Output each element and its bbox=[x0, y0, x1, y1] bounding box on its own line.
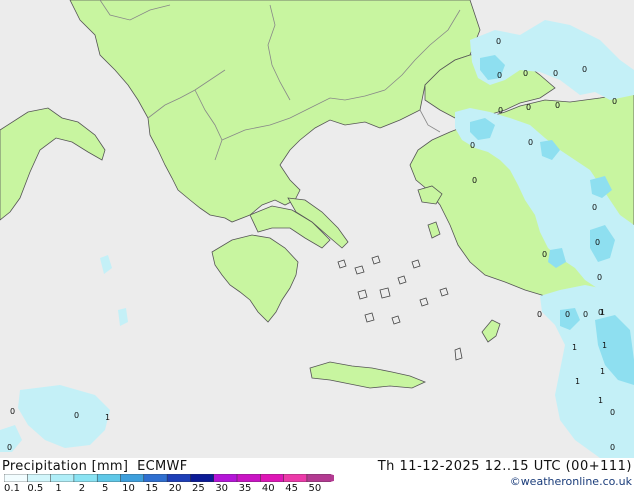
color-scale-swatch bbox=[306, 474, 331, 482]
map-label: 1 bbox=[575, 377, 580, 386]
map-label: 0 bbox=[472, 176, 477, 185]
forecast-datetime: Th 11-12-2025 12..15 UTC (00+111) bbox=[377, 459, 632, 474]
map-label: 0 bbox=[523, 69, 528, 78]
map-label: 0 bbox=[542, 250, 547, 259]
map-label: 0 bbox=[497, 71, 502, 80]
color-scale-tick: 40 bbox=[261, 483, 275, 494]
color-scale-tick: 50 bbox=[308, 483, 322, 494]
map-label: 0 bbox=[10, 407, 15, 416]
map-label: 1 bbox=[105, 413, 110, 422]
legend-bar: Precipitation [mm] ECMWF Th 11-12-2025 1… bbox=[0, 458, 634, 494]
color-scale-swatch bbox=[236, 474, 262, 482]
color-scale-tick: 0.1 bbox=[4, 483, 20, 494]
color-scale-swatch bbox=[190, 474, 215, 482]
color-scale-tick: 35 bbox=[238, 483, 252, 494]
map-label: 0 bbox=[555, 101, 560, 110]
color-scale-tick: 10 bbox=[122, 483, 135, 494]
map-label: 0 bbox=[610, 443, 615, 452]
color-scale-tick: 20 bbox=[168, 483, 182, 494]
map-label: 0 bbox=[612, 97, 617, 106]
legend-model: ECMWF bbox=[137, 459, 188, 474]
color-scale bbox=[4, 474, 334, 482]
color-scale-swatch bbox=[213, 474, 238, 482]
color-scale-swatch bbox=[260, 474, 285, 482]
map-label: 0 bbox=[592, 203, 597, 212]
map-label: 0 bbox=[470, 141, 475, 150]
color-scale-tick: 1 bbox=[55, 483, 62, 494]
map-canvas: 0 0 0 0 0 0 0 0 0 0 0 0 0 0 0 0 0 0 0 0 … bbox=[0, 0, 634, 458]
map-label: 0 bbox=[74, 411, 79, 420]
map-label: 0 bbox=[498, 106, 503, 115]
map-label: 1 bbox=[598, 396, 603, 405]
color-scale-tick: 30 bbox=[215, 483, 229, 494]
map-label: 0 bbox=[582, 65, 587, 74]
map-label: 0 bbox=[526, 103, 531, 112]
legend-title: Precipitation [mm] ECMWF bbox=[2, 459, 187, 474]
weather-map: 0 0 0 0 0 0 0 0 0 0 0 0 0 0 0 0 0 0 0 0 … bbox=[0, 0, 634, 458]
map-label: 0 bbox=[553, 69, 558, 78]
color-scale-swatch bbox=[120, 474, 145, 482]
color-scale-swatch bbox=[4, 474, 29, 482]
map-label: 0 bbox=[496, 37, 501, 46]
map-label: 0 bbox=[537, 310, 542, 319]
color-scale-swatch bbox=[96, 474, 122, 482]
color-scale-swatch bbox=[143, 474, 168, 482]
map-label: 1 bbox=[602, 341, 607, 350]
color-scale-swatch bbox=[166, 474, 192, 482]
map-label: 1 bbox=[600, 367, 605, 376]
color-scale-arrow bbox=[330, 474, 334, 482]
color-scale-swatch bbox=[50, 474, 75, 482]
map-label: 0 bbox=[528, 138, 533, 147]
color-scale-swatch bbox=[73, 474, 98, 482]
color-scale-swatch bbox=[283, 474, 308, 482]
color-scale-tick: 0.5 bbox=[27, 483, 44, 494]
color-scale-tick: 2 bbox=[78, 483, 86, 494]
legend-variable: Precipitation [mm] bbox=[2, 459, 129, 474]
source-credit[interactable]: ©weatheronline.co.uk bbox=[510, 475, 632, 488]
map-label: 0 bbox=[610, 408, 615, 417]
map-label: 0 bbox=[565, 310, 570, 319]
map-label: 1 bbox=[572, 343, 577, 352]
map-label: 0 bbox=[595, 238, 600, 247]
color-scale-tick: 45 bbox=[285, 483, 298, 494]
map-label: 0 bbox=[7, 443, 12, 452]
map-label: 0 bbox=[597, 273, 602, 282]
color-scale-swatch bbox=[27, 474, 52, 482]
map-label: 1 bbox=[600, 308, 605, 317]
color-scale-tick: 15 bbox=[145, 483, 159, 494]
color-scale-tick: 25 bbox=[192, 483, 205, 494]
map-label: 0 bbox=[583, 310, 588, 319]
color-scale-tick: 5 bbox=[102, 483, 109, 494]
